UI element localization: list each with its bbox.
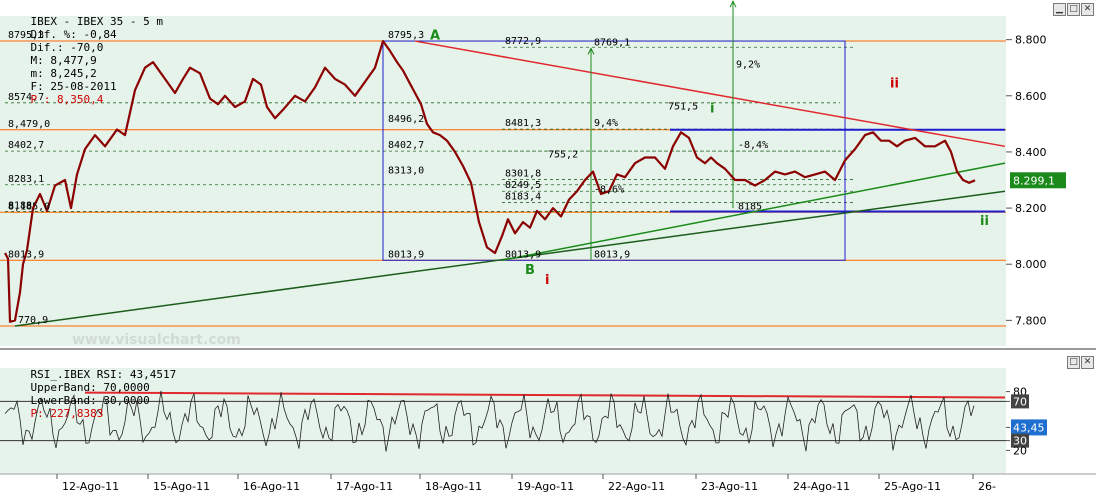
last-price-label: 8.299,1 xyxy=(1013,174,1055,187)
price-y-tick-label: 8.000 xyxy=(1015,258,1047,271)
price-level-annotation: 8013,9 xyxy=(505,249,541,260)
price-y-tick-label: 7.800 xyxy=(1015,314,1047,327)
price-level-annotation: 8013,9 xyxy=(388,249,424,260)
price-level-annotation: 8402,7 xyxy=(388,140,424,151)
rsi-maximize-button[interactable]: □ xyxy=(1067,356,1080,369)
price-level-annotation: 8772,9 xyxy=(505,36,541,47)
x-tick-label: 15-Ago-11 xyxy=(153,480,210,493)
maximize-button[interactable]: □ xyxy=(1067,3,1080,16)
rsi-band-label: 70 xyxy=(1013,395,1027,408)
rsi-header-title: RSI_.IBEX RSI: 43,4517 xyxy=(30,368,177,381)
wave-label: ii xyxy=(980,214,989,229)
price-level-annotation: 8283,1 xyxy=(8,174,44,185)
price-level-annotation: 8937,4 xyxy=(736,0,772,1)
x-tick-label: 16-Ago-11 xyxy=(243,480,300,493)
header-instrument: IBEX - IBEX 35 - 5 m xyxy=(30,15,163,28)
price-y-tick-label: 8.600 xyxy=(1015,90,1047,103)
minimize-button[interactable]: ▁ xyxy=(1053,3,1066,16)
price-level-annotation: 8769,1 xyxy=(594,37,630,48)
x-tick-label: 22-Ago-11 xyxy=(608,480,665,493)
wave-label: A xyxy=(430,29,440,44)
x-tick-label: 24-Ago-11 xyxy=(793,480,850,493)
price-y-tick-label: 8.800 xyxy=(1015,34,1047,47)
wave-label: B xyxy=(525,263,535,278)
price-level-annotation: 770,9 xyxy=(18,315,48,326)
rsi-header-upper: UpperBand: 70,0000 xyxy=(30,381,150,394)
price-level-annotation: 8185 xyxy=(738,201,762,212)
price-level-annotation: 8183,4 xyxy=(505,191,541,202)
watermark: www.visualchart.com xyxy=(72,332,241,348)
price-level-annotation: 751,5 xyxy=(668,102,698,113)
rsi-close-button[interactable]: ✕ xyxy=(1081,356,1094,369)
wave-label: i xyxy=(545,273,549,288)
price-level-annotation: 8313,0 xyxy=(388,165,424,176)
header-price: P : 8,350,4 xyxy=(30,93,104,106)
x-tick-label: 23-Ago-11 xyxy=(701,480,758,493)
x-tick-label: 17-Ago-11 xyxy=(336,480,393,493)
rsi-header: RSI_.IBEX RSI: 43,4517 UpperBand: 70,000… xyxy=(4,355,177,433)
price-y-tick-label: 8.400 xyxy=(1015,146,1047,159)
chart-window: 8795,3 8795,3 8574,7 8,479,0 8402,7 8283,1 8,1… xyxy=(0,0,1096,495)
price-level-annotation: 8013,9 xyxy=(8,249,44,260)
price-header: IBEX - IBEX 35 - 5 m Dif. %: -0,84 Dif.:… xyxy=(4,2,163,119)
price-level-annotation: -8,4% xyxy=(738,140,768,151)
price-level-annotation: 8,479,0 xyxy=(8,119,50,130)
price-level-annotation: 755,2 xyxy=(548,149,578,160)
price-level-annotation: -8,6% xyxy=(594,184,624,195)
price-level-annotation: 8795,3 xyxy=(388,30,424,41)
rsi-last-label: 43,45 xyxy=(1013,421,1045,434)
price-level-annotation: 9,4% xyxy=(594,118,618,129)
price-y-tick-label: 8.200 xyxy=(1015,202,1047,215)
price-level-annotation: 8249,5 xyxy=(505,180,541,191)
header-dif-pct: Dif. %: -0,84 xyxy=(30,28,117,41)
x-tick-label: 26- xyxy=(978,480,996,493)
x-tick-label: 12-Ago-11 xyxy=(62,480,119,493)
header-date: F: 25-08-2011 xyxy=(30,80,117,93)
close-button[interactable]: ✕ xyxy=(1081,3,1094,16)
rsi-y-tick-label: 20 xyxy=(1013,444,1027,457)
price-level-annotation: 8013,9 xyxy=(594,249,630,260)
price-level-annotation: 9,2% xyxy=(736,60,760,71)
header-max: M: 8,477,9 xyxy=(30,54,97,67)
header-dif: Dif.: -70,0 xyxy=(30,41,104,54)
price-level-annotation: 8301,8 xyxy=(505,168,541,179)
x-tick-label: 25-Ago-11 xyxy=(884,480,941,493)
x-tick-label: 19-Ago-11 xyxy=(517,480,574,493)
price-level-annotation: 8481,3 xyxy=(505,118,541,129)
price-level-annotation: 8402,7 xyxy=(8,140,44,151)
wave-label: i xyxy=(710,102,714,117)
x-tick-label: 18-Ago-11 xyxy=(425,480,482,493)
price-level-annotation: 8188 xyxy=(8,200,32,211)
wave-label: ii xyxy=(890,76,899,91)
rsi-header-price: P: 227,8383 xyxy=(30,407,104,420)
price-level-annotation: 8496,2 xyxy=(388,114,424,125)
header-min: m: 8,245,2 xyxy=(30,67,97,80)
rsi-header-lower: LowerBand: 30,0000 xyxy=(30,394,150,407)
